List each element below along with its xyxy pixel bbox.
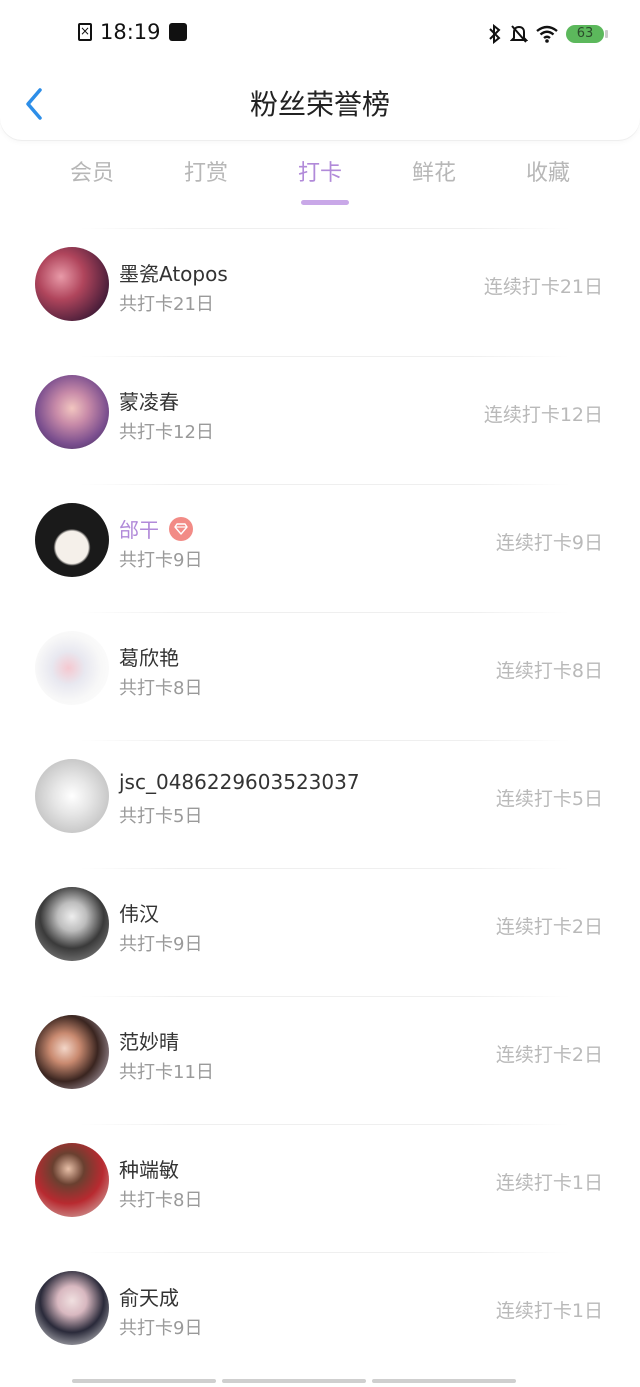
streak-checkin: 连续打卡5日	[495, 788, 603, 810]
bottom-scroll-indicator	[72, 1379, 516, 1383]
status-bar-right: 63	[488, 24, 608, 44]
fan-name-line: 俞天成	[119, 1282, 179, 1311]
wifi-icon	[536, 25, 558, 43]
streak-checkin: 连续打卡21日	[483, 276, 603, 298]
status-bar: 18:19 63	[0, 0, 640, 70]
fan-name-line: 邰干	[119, 514, 193, 543]
list-item[interactable]: 葛欣艳 共打卡8日 连续打卡8日	[0, 612, 640, 740]
tab-favorites[interactable]: 收藏	[491, 154, 605, 214]
fan-name-line: 墨瓷Atopos	[119, 258, 228, 287]
streak-checkin: 连续打卡1日	[495, 1172, 603, 1194]
bluetooth-icon	[489, 24, 501, 44]
indicator-segment	[372, 1379, 516, 1383]
avatar[interactable]	[35, 1143, 109, 1217]
fan-ranking-list: 墨瓷Atopos 共打卡21日 连续打卡21日 蒙凌春 共打卡12日 连续打卡1…	[0, 228, 640, 1380]
indicator-segment	[222, 1379, 366, 1383]
tab-label: 鲜花	[411, 161, 456, 186]
indicator-segment	[72, 1379, 216, 1383]
avatar[interactable]	[35, 887, 109, 961]
list-item[interactable]: jsc_0486229603523037 共打卡5日 连续打卡5日	[0, 740, 640, 868]
list-item[interactable]: 范妙晴 共打卡11日 连续打卡2日	[0, 996, 640, 1124]
total-checkin: 共打卡8日	[119, 678, 203, 699]
page-title: 粉丝荣誉榜	[249, 88, 390, 121]
streak-checkin: 连续打卡1日	[495, 1300, 603, 1322]
tab-membership[interactable]: 会员	[35, 154, 149, 214]
app-notification-icon	[168, 23, 187, 41]
fan-name-line: 葛欣艳	[119, 642, 179, 671]
avatar[interactable]	[35, 247, 109, 321]
avatar[interactable]	[35, 1015, 109, 1089]
total-checkin: 共打卡9日	[119, 934, 203, 955]
total-checkin: 共打卡12日	[119, 422, 214, 443]
diamond-icon	[174, 522, 188, 535]
avatar[interactable]	[35, 631, 109, 705]
total-checkin: 共打卡11日	[119, 1062, 214, 1083]
total-checkin: 共打卡9日	[119, 1318, 203, 1339]
fan-name-line: 种端敏	[119, 1154, 179, 1183]
fan-name: 范妙晴	[119, 1030, 179, 1054]
vip-badge	[169, 516, 193, 541]
fan-name: 葛欣艳	[119, 646, 179, 670]
list-item[interactable]: 俞天成 共打卡9日 连续打卡1日	[0, 1252, 640, 1380]
fan-name-line: 范妙晴	[119, 1026, 179, 1055]
list-item[interactable]: 种端敏 共打卡8日 连续打卡1日	[0, 1124, 640, 1252]
tab-bar: 会员 打赏 打卡 鲜花 收藏	[35, 154, 605, 214]
streak-checkin: 连续打卡12日	[483, 404, 603, 426]
fan-name-line: jsc_0486229603523037	[119, 770, 360, 794]
fan-name: 种端敏	[119, 1158, 179, 1182]
battery-level: 63	[576, 26, 594, 41]
list-item[interactable]: 蒙凌春 共打卡12日 连续打卡12日	[0, 356, 640, 484]
tab-label: 打卡	[297, 161, 342, 186]
status-time: 18:19	[100, 20, 161, 44]
total-checkin: 共打卡21日	[119, 294, 214, 315]
tab-label: 收藏	[525, 161, 570, 186]
total-checkin: 共打卡9日	[119, 550, 203, 571]
streak-checkin: 连续打卡2日	[495, 916, 603, 938]
fan-name: 俞天成	[119, 1286, 179, 1310]
fan-name: 伟汉	[119, 902, 159, 926]
avatar[interactable]	[35, 503, 109, 577]
mute-bell-icon	[510, 25, 528, 43]
tab-tipping[interactable]: 打赏	[149, 154, 263, 214]
list-item[interactable]: 邰干 共打卡9日 连续打卡9日	[0, 484, 640, 612]
fan-name: 邰干	[119, 518, 159, 542]
streak-checkin: 连续打卡9日	[495, 532, 603, 554]
tab-flowers[interactable]: 鲜花	[377, 154, 491, 214]
fan-name: 墨瓷Atopos	[119, 262, 228, 286]
streak-checkin: 连续打卡8日	[495, 660, 603, 682]
list-item[interactable]: 墨瓷Atopos 共打卡21日 连续打卡21日	[0, 228, 640, 356]
total-checkin: 共打卡5日	[119, 806, 203, 827]
tab-label: 会员	[69, 161, 114, 186]
status-bar-left: 18:19	[78, 20, 187, 44]
avatar[interactable]	[35, 1271, 109, 1345]
tab-checkin[interactable]: 打卡	[263, 154, 377, 214]
tab-label: 打赏	[183, 161, 228, 186]
streak-checkin: 连续打卡2日	[495, 1044, 603, 1066]
total-checkin: 共打卡8日	[119, 1190, 203, 1211]
active-tab-indicator	[301, 200, 349, 205]
fan-name: jsc_0486229603523037	[119, 770, 360, 794]
fan-name-line: 伟汉	[119, 898, 159, 927]
avatar[interactable]	[35, 759, 109, 833]
battery-icon: 63	[566, 25, 608, 43]
avatar[interactable]	[35, 375, 109, 449]
header-card: 18:19 63 粉丝荣誉榜	[0, 0, 640, 140]
fan-name-line: 蒙凌春	[119, 386, 179, 415]
fan-name: 蒙凌春	[119, 390, 179, 414]
no-sim-icon	[78, 21, 92, 41]
list-item[interactable]: 伟汉 共打卡9日 连续打卡2日	[0, 868, 640, 996]
